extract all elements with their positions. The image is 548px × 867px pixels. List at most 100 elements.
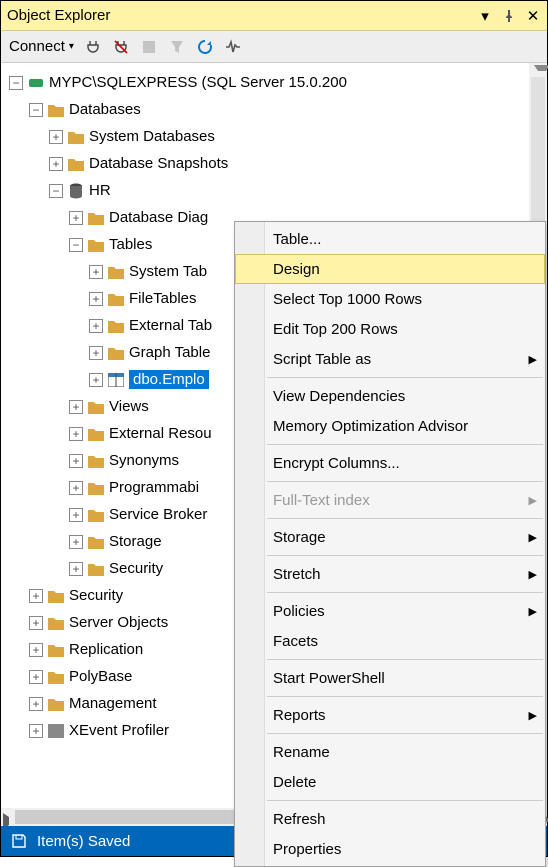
expand-icon[interactable]: + [89, 292, 103, 306]
collapse-icon[interactable]: − [29, 103, 43, 117]
folder-icon [87, 481, 105, 495]
folder-icon [87, 238, 105, 252]
expand-icon[interactable]: + [69, 562, 83, 576]
folder-icon [87, 535, 105, 549]
collapse-icon[interactable]: − [9, 76, 23, 90]
node-label: dbo.Emplo [129, 370, 209, 389]
ctx-label: Select Top 1000 Rows [273, 291, 422, 308]
expand-icon[interactable]: + [69, 535, 83, 549]
ctx-script-table-as[interactable]: Script Table as▶ [235, 344, 545, 374]
ctx-start-powershell[interactable]: Start PowerShell [235, 663, 545, 693]
table-icon [107, 373, 125, 387]
title-label: Object Explorer [7, 7, 110, 24]
expand-icon[interactable]: + [29, 724, 43, 738]
menu-separator [267, 481, 543, 482]
expand-icon[interactable]: + [89, 373, 103, 387]
folder-icon [47, 670, 65, 684]
expand-icon[interactable]: + [29, 643, 43, 657]
ctx-label: Full-Text index [273, 492, 370, 509]
disconnect-plug-icon[interactable] [112, 38, 130, 56]
collapse-icon[interactable]: − [49, 184, 63, 198]
ctx-refresh[interactable]: Refresh [235, 804, 545, 834]
tree-node-system-databases[interactable]: + System Databases [7, 123, 545, 150]
ctx-rename[interactable]: Rename [235, 737, 545, 767]
folder-icon [47, 616, 65, 630]
pin-icon[interactable] [501, 8, 517, 24]
node-label: System Tab [129, 263, 207, 280]
save-icon [11, 833, 27, 849]
activity-icon[interactable] [224, 38, 242, 56]
ctx-facets[interactable]: Facets [235, 626, 545, 656]
tree-node-databases[interactable]: − Databases [7, 96, 545, 123]
folder-icon [87, 562, 105, 576]
ctx-properties[interactable]: Properties [235, 834, 545, 864]
ctx-select-top-1000[interactable]: Select Top 1000 Rows [235, 284, 545, 314]
menu-separator [267, 733, 543, 734]
menu-separator [267, 555, 543, 556]
folder-icon [87, 211, 105, 225]
ctx-reports[interactable]: Reports▶ [235, 700, 545, 730]
ctx-table[interactable]: Table... [235, 224, 545, 254]
node-label: HR [89, 182, 111, 199]
expand-icon[interactable]: + [89, 319, 103, 333]
submenu-arrow-icon: ▶ [529, 531, 537, 544]
ctx-storage[interactable]: Storage▶ [235, 522, 545, 552]
ctx-stretch[interactable]: Stretch▶ [235, 559, 545, 589]
ctx-label: Table... [273, 231, 321, 248]
folder-icon [107, 292, 125, 306]
node-label: External Tab [129, 317, 212, 334]
expand-icon[interactable]: + [29, 697, 43, 711]
refresh-icon[interactable] [196, 38, 214, 56]
menu-separator [267, 659, 543, 660]
ctx-design[interactable]: Design [235, 254, 545, 284]
expand-icon[interactable]: + [29, 670, 43, 684]
tree-node-db-snapshots[interactable]: + Database Snapshots [7, 150, 545, 177]
expand-icon[interactable]: + [69, 454, 83, 468]
ctx-memory-optimization[interactable]: Memory Optimization Advisor [235, 411, 545, 441]
title-bar: Object Explorer ▾ ✕ [1, 1, 547, 31]
tree-node-hr[interactable]: − HR [7, 177, 545, 204]
ctx-view-dependencies[interactable]: View Dependencies [235, 381, 545, 411]
expand-icon[interactable]: + [69, 211, 83, 225]
expand-icon[interactable]: + [29, 589, 43, 603]
node-label: External Resou [109, 425, 212, 442]
expand-icon[interactable]: + [29, 616, 43, 630]
folder-icon [47, 589, 65, 603]
expand-icon[interactable]: + [49, 157, 63, 171]
node-label: XEvent Profiler [69, 722, 169, 739]
folder-icon [107, 346, 125, 360]
collapse-icon[interactable]: − [69, 238, 83, 252]
menu-separator [267, 444, 543, 445]
connect-button[interactable]: Connect ▾ [9, 38, 74, 55]
ctx-label: Start PowerShell [273, 670, 385, 687]
node-label: Database Snapshots [89, 155, 228, 172]
expand-icon[interactable]: + [69, 400, 83, 414]
ctx-policies[interactable]: Policies▶ [235, 596, 545, 626]
ctx-delete[interactable]: Delete [235, 767, 545, 797]
node-label: Security [109, 560, 163, 577]
folder-icon [107, 319, 125, 333]
node-label: Database Diag [109, 209, 208, 226]
expand-icon[interactable]: + [89, 265, 103, 279]
xevent-icon [47, 724, 65, 738]
folder-icon [47, 643, 65, 657]
expand-icon[interactable]: + [69, 427, 83, 441]
folder-icon [47, 103, 65, 117]
expand-icon[interactable]: + [89, 346, 103, 360]
tree-node-server[interactable]: − MYPC\SQLEXPRESS (SQL Server 15.0.200 [7, 69, 545, 96]
database-icon [67, 183, 85, 199]
connect-plug-icon[interactable] [84, 38, 102, 56]
ctx-label: Stretch [273, 566, 321, 583]
menu-separator [267, 592, 543, 593]
menu-separator [267, 800, 543, 801]
expand-icon[interactable]: + [49, 130, 63, 144]
ctx-label: Encrypt Columns... [273, 455, 400, 472]
expand-icon[interactable]: + [69, 481, 83, 495]
submenu-arrow-icon: ▶ [529, 709, 537, 722]
expand-icon[interactable]: + [69, 508, 83, 522]
ctx-encrypt-columns[interactable]: Encrypt Columns... [235, 448, 545, 478]
node-label: Service Broker [109, 506, 207, 523]
ctx-edit-top-200[interactable]: Edit Top 200 Rows [235, 314, 545, 344]
close-icon[interactable]: ✕ [525, 8, 541, 24]
dropdown-icon[interactable]: ▾ [477, 8, 493, 24]
